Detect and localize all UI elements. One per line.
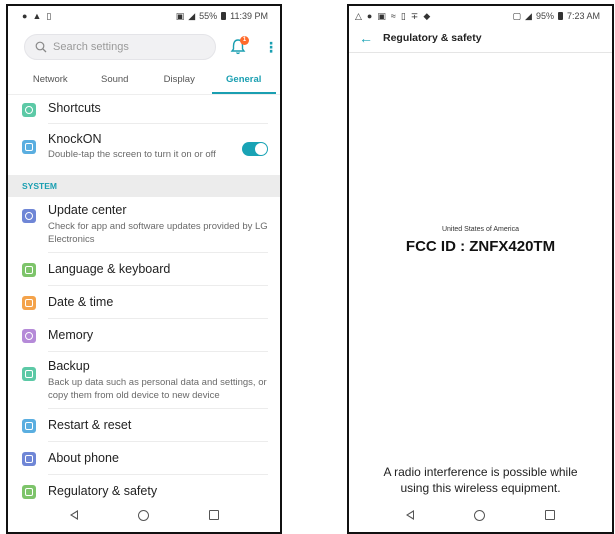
signal-icon: ◢ xyxy=(188,10,196,21)
interference-warning: A radio interference is possible while u… xyxy=(349,464,612,496)
no-sim-icon: ▢ xyxy=(512,10,522,21)
tab-general[interactable]: General xyxy=(211,65,276,94)
search-bar[interactable] xyxy=(24,34,216,60)
item-title: About phone xyxy=(48,451,119,465)
navigation-bar xyxy=(8,498,280,532)
shield-icon: ● xyxy=(22,10,28,21)
item-title: Update center xyxy=(48,203,127,217)
status-bar: ● ▲ ▯ ▣ ◢ 55% 11:39 PM xyxy=(8,6,280,26)
shield-icon: ◆ xyxy=(423,10,431,21)
shield-icon: ● xyxy=(366,10,373,21)
recent-apps-icon[interactable] xyxy=(208,510,219,520)
tab-sound[interactable]: Sound xyxy=(83,65,148,94)
item-title: Regulatory & safety xyxy=(48,484,158,498)
settings-screen: ● ▲ ▯ ▣ ◢ 55% 11:39 PM 1 ⋮ xyxy=(6,4,282,534)
navigation-bar xyxy=(349,498,612,532)
home-icon[interactable] xyxy=(474,509,485,521)
list-item-shortcuts[interactable]: Shortcuts xyxy=(8,101,280,124)
backup-icon xyxy=(22,367,36,381)
search-icon xyxy=(35,41,47,53)
list-item-restart-reset[interactable]: Restart & reset xyxy=(8,418,280,442)
settings-tabs: Network Sound Display General xyxy=(8,65,280,95)
list-item-about-phone[interactable]: About phone xyxy=(8,451,280,475)
list-item-date-time[interactable]: Date & time xyxy=(8,295,280,319)
more-options-icon[interactable]: ⋮ xyxy=(264,40,278,54)
item-title: Date & time xyxy=(48,295,114,309)
signal-icon: ◢ xyxy=(525,10,532,21)
tab-network[interactable]: Network xyxy=(18,65,83,94)
item-title: Shortcuts xyxy=(48,101,101,115)
date-time-icon xyxy=(22,296,36,310)
memory-icon xyxy=(22,329,36,343)
app-bar: ← Regulatory & safety xyxy=(349,26,612,50)
battery-icon xyxy=(557,12,563,20)
knockon-toggle[interactable] xyxy=(242,142,268,156)
item-subtitle: Back up data such as personal data and s… xyxy=(48,377,267,401)
sim-icon: ▯ xyxy=(400,10,406,21)
list-item-knockon[interactable]: KnockON Double-tap the screen to turn it… xyxy=(8,132,280,167)
back-icon[interactable] xyxy=(406,510,414,520)
knockon-icon xyxy=(22,140,36,154)
battery-percent: 95% xyxy=(535,11,554,21)
recent-apps-icon[interactable] xyxy=(545,510,555,520)
page-title: Regulatory & safety xyxy=(383,32,482,44)
list-item-backup[interactable]: Backup Back up data such as personal dat… xyxy=(8,359,280,409)
clock: 11:39 PM xyxy=(230,11,268,21)
notification-button[interactable]: 1 xyxy=(230,36,249,56)
item-title: Restart & reset xyxy=(48,418,132,432)
warning-text: A radio interference is possible while u… xyxy=(383,465,578,495)
sim-icon: ▯ xyxy=(46,10,52,21)
section-header-system: SYSTEM xyxy=(8,175,280,197)
wifi-icon: ≈ xyxy=(390,10,396,21)
restart-icon xyxy=(22,419,36,433)
item-title: KnockON xyxy=(48,132,102,146)
list-item-update-center[interactable]: Update center Check for app and software… xyxy=(8,203,280,253)
battery-icon xyxy=(221,12,227,20)
item-subtitle: Check for app and software updates provi… xyxy=(48,221,268,245)
notification-badge: 1 xyxy=(240,36,249,45)
fcc-id: FCC ID : ZNFX420TM xyxy=(405,238,556,255)
battery-percent: 55% xyxy=(199,11,218,21)
item-title: Language & keyboard xyxy=(48,262,171,276)
back-icon[interactable] xyxy=(69,510,78,520)
image-icon: ▣ xyxy=(377,10,386,21)
regulatory-screen: △ ● ▣ ≈ ▯ ∓ ◆ ▢ ◢ 95% 7:23 AM ← Regulato… xyxy=(347,4,614,534)
shortcuts-icon xyxy=(22,103,36,117)
list-item-language[interactable]: Language & keyboard xyxy=(8,262,280,286)
item-title: Backup xyxy=(48,359,90,373)
clock: 7:23 AM xyxy=(566,11,600,21)
home-icon[interactable] xyxy=(137,509,149,521)
tab-display[interactable]: Display xyxy=(147,65,212,94)
item-subtitle: Double-tap the screen to turn it on or o… xyxy=(48,149,216,160)
country-label: United States of America xyxy=(441,226,520,233)
update-icon xyxy=(22,209,36,223)
regulatory-icon xyxy=(22,485,36,499)
search-input[interactable] xyxy=(53,41,193,53)
divider xyxy=(349,52,612,53)
warning-icon: ▲ xyxy=(32,10,42,21)
warning-icon: △ xyxy=(355,10,362,21)
list-item-memory[interactable]: Memory xyxy=(8,328,280,352)
usb-icon: ∓ xyxy=(410,10,419,21)
status-bar: △ ● ▣ ≈ ▯ ∓ ◆ ▢ ◢ 95% 7:23 AM xyxy=(349,6,612,26)
about-icon xyxy=(22,452,36,466)
item-title: Memory xyxy=(48,328,94,342)
vibrate-icon: ▣ xyxy=(175,10,185,21)
language-icon xyxy=(22,263,36,277)
back-arrow-icon[interactable]: ← xyxy=(359,30,373,46)
